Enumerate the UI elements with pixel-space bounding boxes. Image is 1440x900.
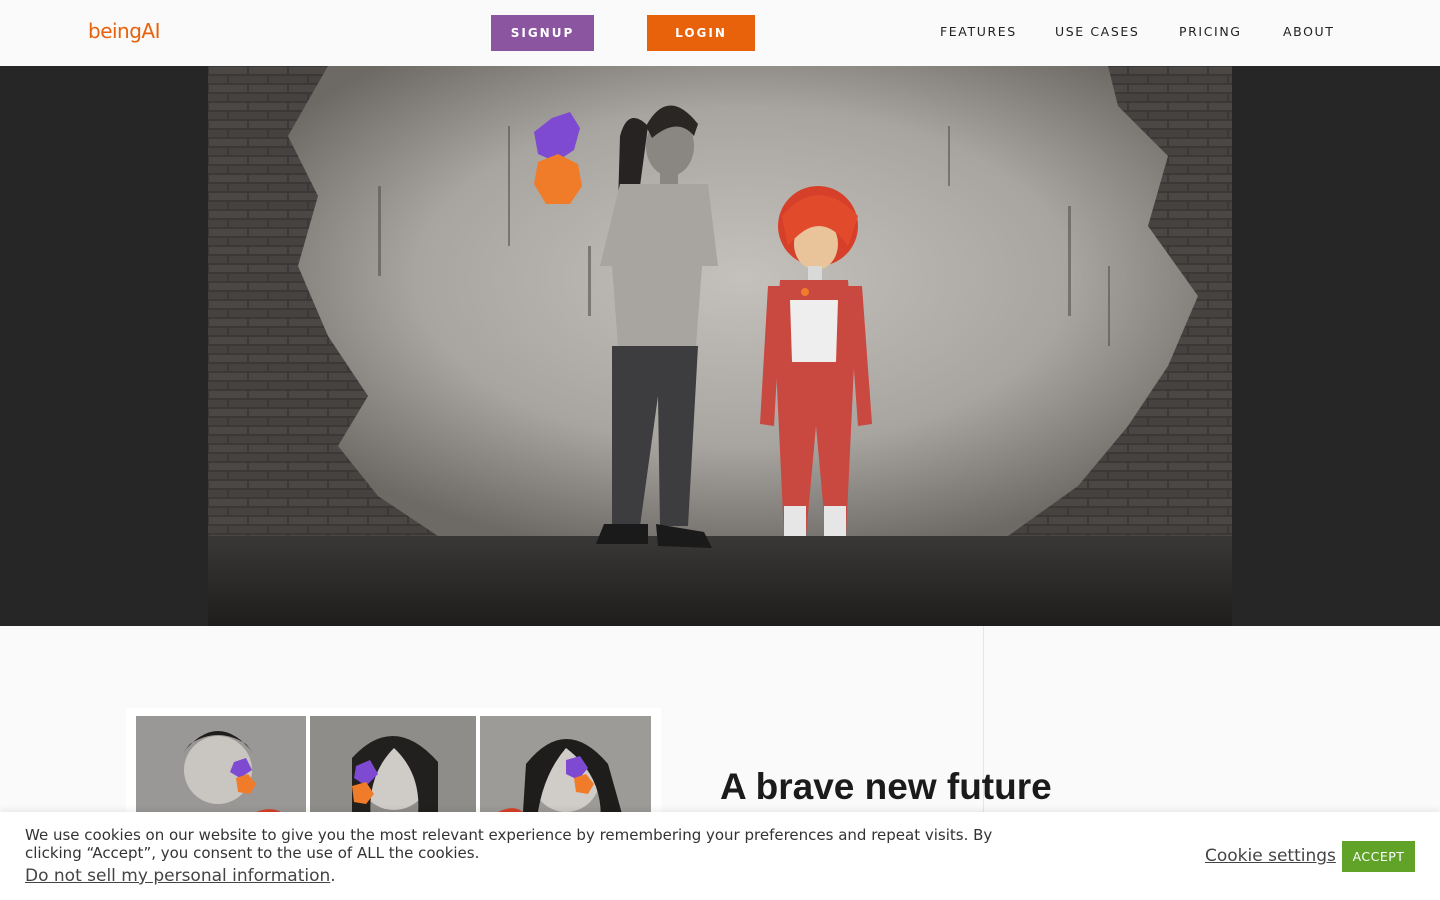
signup-button[interactable]: SIGNUP [491, 15, 594, 51]
site-header: beingAI SIGNUP LOGIN FEATURES USE CASES … [0, 0, 1440, 66]
hero-section [0, 66, 1440, 626]
do-not-sell-container: Do not sell my personal information. [25, 866, 336, 886]
nav-features[interactable]: FEATURES [940, 24, 1017, 39]
cookie-settings-link[interactable]: Cookie settings [1205, 846, 1336, 866]
nav-about[interactable]: ABOUT [1283, 24, 1335, 39]
do-not-sell-suffix: . [330, 866, 336, 886]
photo-strip-image [126, 708, 661, 828]
accept-cookies-button[interactable]: ACCEPT [1342, 841, 1415, 872]
cookie-banner: We use cookies on our website to give yo… [0, 812, 1440, 900]
nav-pricing[interactable]: PRICING [1179, 24, 1242, 39]
beingai-logo[interactable]: beingAI [88, 19, 161, 43]
do-not-sell-link[interactable]: Do not sell my personal information [25, 866, 330, 886]
login-button[interactable]: LOGIN [647, 15, 755, 51]
hero-image [208, 66, 1232, 626]
nav-use-cases[interactable]: USE CASES [1055, 24, 1139, 39]
page-headline: A brave new future [720, 766, 1052, 807]
cookie-message: We use cookies on our website to give yo… [25, 826, 993, 862]
